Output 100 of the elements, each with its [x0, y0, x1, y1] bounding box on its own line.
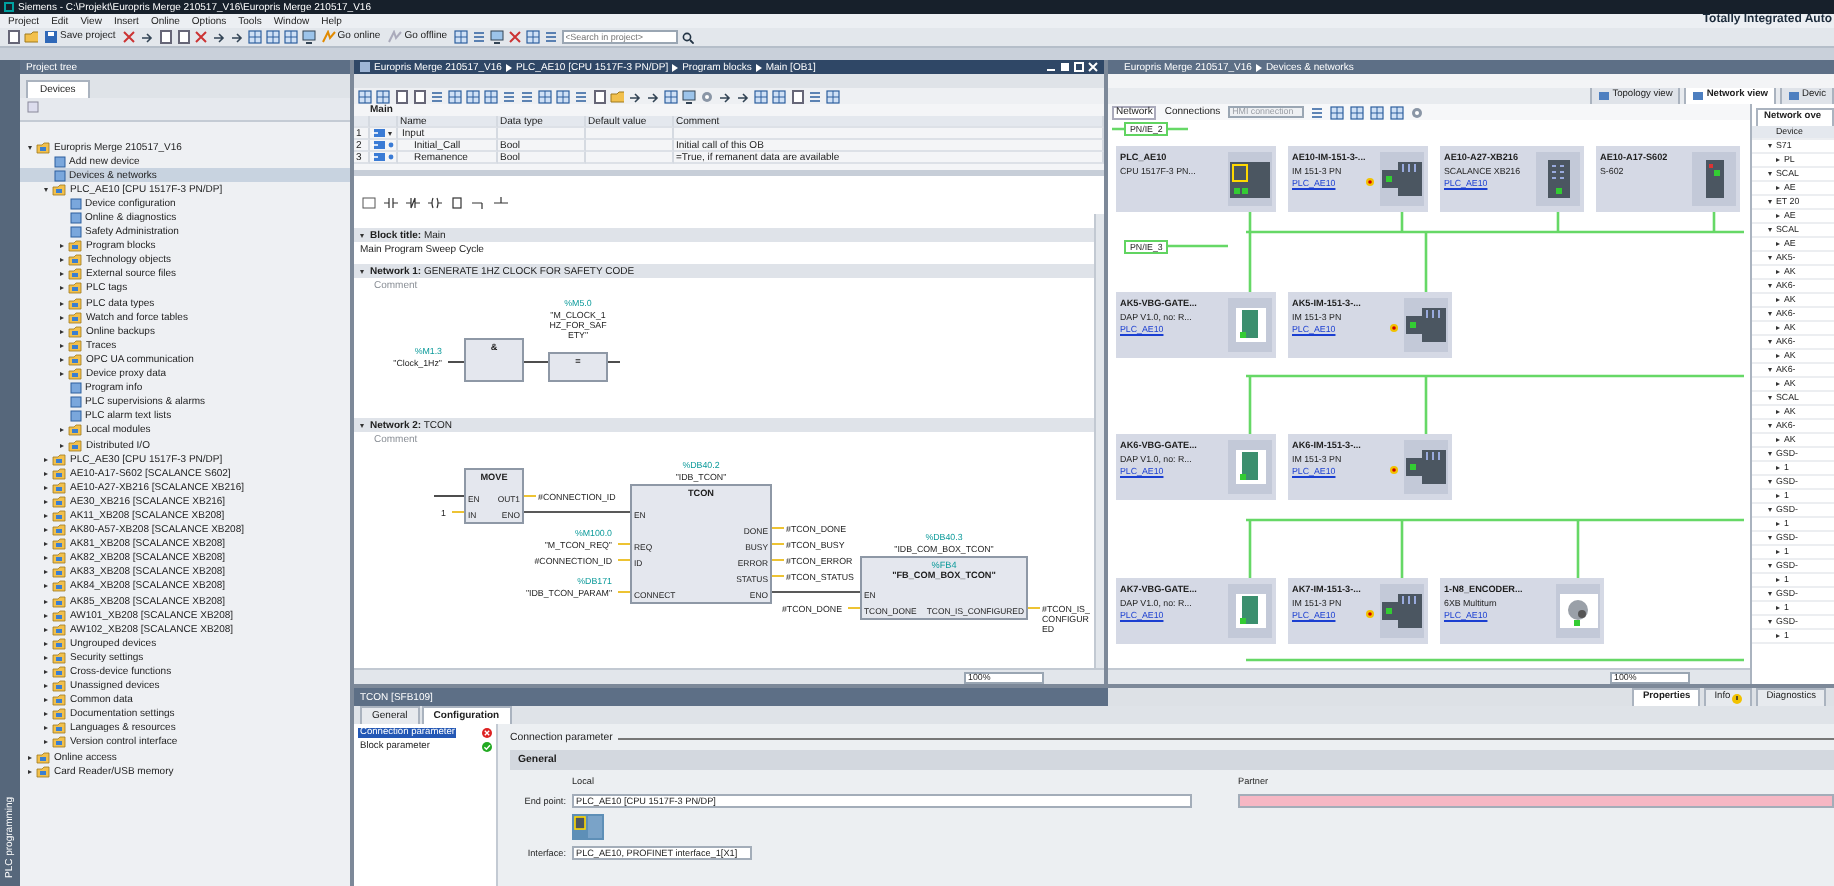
arrow-icon[interactable] [736, 89, 750, 103]
expand-arrow[interactable] [28, 769, 32, 774]
expand-arrow[interactable] [1768, 339, 1772, 344]
contact-icon[interactable] [384, 195, 398, 209]
expand-arrow[interactable] [1768, 563, 1772, 568]
vertical-scrollbar[interactable] [1094, 214, 1104, 668]
expand-arrow[interactable] [60, 286, 64, 291]
grid-icon[interactable] [664, 89, 678, 103]
monitor-icon[interactable] [301, 30, 316, 44]
expand-arrow[interactable] [1768, 507, 1772, 512]
delete-icon[interactable] [193, 30, 208, 44]
box-icon[interactable] [450, 195, 464, 209]
arrow-icon[interactable] [628, 89, 642, 103]
expand-arrow[interactable] [44, 599, 48, 604]
grid-icon[interactable] [556, 89, 570, 103]
expand-arrow[interactable] [60, 244, 64, 249]
arrow-icon[interactable] [229, 30, 244, 44]
grid-icon[interactable] [466, 89, 480, 103]
delete-icon[interactable] [121, 30, 136, 44]
expand-arrow[interactable] [44, 584, 48, 589]
expand-arrow[interactable] [44, 655, 48, 660]
arrow-icon[interactable] [718, 89, 732, 103]
expand-arrow[interactable] [1768, 423, 1772, 428]
grid-icon[interactable] [1390, 105, 1405, 119]
expand-arrow[interactable] [44, 627, 48, 632]
expand-arrow[interactable] [60, 357, 64, 362]
expand-arrow[interactable] [60, 329, 64, 334]
expand-arrow[interactable] [44, 698, 48, 703]
grid-icon[interactable] [772, 89, 786, 103]
expand-arrow[interactable] [44, 570, 48, 575]
page-icon[interactable] [790, 89, 804, 103]
expand-arrow[interactable] [60, 372, 64, 377]
expand-arrow[interactable] [44, 499, 48, 504]
monitor-icon[interactable] [489, 30, 504, 44]
list-icon[interactable] [808, 89, 822, 103]
arrow-icon[interactable] [646, 89, 660, 103]
expand-arrow[interactable] [44, 556, 48, 561]
expand-arrow[interactable] [44, 471, 48, 476]
expand-arrow[interactable] [28, 755, 32, 760]
expand-arrow[interactable] [44, 670, 48, 675]
expand-arrow[interactable] [60, 272, 64, 277]
grid-icon[interactable] [1350, 105, 1365, 119]
coil-icon[interactable] [428, 195, 442, 209]
close-icon[interactable] [1088, 62, 1098, 72]
expand-arrow[interactable] [44, 457, 48, 462]
list-icon[interactable] [1310, 105, 1325, 119]
float-icon[interactable] [1060, 62, 1070, 72]
list-icon[interactable] [502, 89, 516, 103]
page-icon[interactable] [592, 89, 606, 103]
expand-arrow[interactable] [60, 343, 64, 348]
expand-arrow[interactable] [1768, 367, 1772, 372]
delete-icon[interactable] [507, 30, 522, 44]
grid-icon[interactable] [525, 30, 540, 44]
expand-arrow[interactable] [60, 301, 64, 306]
expand-arrow[interactable] [44, 641, 48, 646]
close-branch-icon[interactable] [494, 195, 508, 209]
expand-arrow[interactable] [360, 423, 364, 427]
expand-arrow[interactable] [1768, 283, 1772, 288]
maximize-icon[interactable] [1074, 62, 1084, 72]
expand-arrow[interactable] [44, 726, 48, 731]
grid-icon[interactable] [358, 89, 372, 103]
expand-arrow[interactable] [1768, 451, 1772, 456]
expand-arrow[interactable] [1768, 143, 1772, 148]
grid-icon[interactable] [754, 89, 768, 103]
expand-arrow[interactable] [44, 528, 48, 533]
grid-icon[interactable] [448, 89, 462, 103]
expand-arrow[interactable] [1768, 535, 1772, 540]
gear-icon[interactable] [1410, 105, 1425, 119]
list-icon[interactable] [543, 30, 558, 44]
expand-arrow[interactable] [44, 684, 48, 689]
expand-arrow[interactable] [360, 269, 364, 273]
expand-arrow[interactable] [1768, 479, 1772, 484]
expand-arrow[interactable] [60, 315, 64, 320]
expand-arrow[interactable] [44, 712, 48, 717]
grid-icon[interactable] [453, 30, 468, 44]
grid-icon[interactable] [265, 30, 280, 44]
closed-contact-icon[interactable] [406, 195, 420, 209]
expand-arrow[interactable] [1768, 199, 1772, 204]
expand-arrow[interactable] [60, 428, 64, 433]
grid-icon[interactable] [376, 89, 390, 103]
page-icon[interactable] [6, 30, 20, 44]
expand-arrow[interactable] [44, 485, 48, 490]
expand-arrow[interactable] [1768, 227, 1772, 232]
grid-icon[interactable] [1330, 105, 1345, 119]
expand-arrow[interactable] [1768, 311, 1772, 316]
expand-arrow[interactable] [44, 740, 48, 745]
expand-arrow[interactable] [1768, 619, 1772, 624]
expand-arrow[interactable] [388, 131, 392, 135]
expand-arrow[interactable] [1768, 395, 1772, 400]
expand-arrow[interactable] [44, 513, 48, 518]
expand-arrow[interactable] [44, 542, 48, 547]
grid-icon[interactable] [826, 89, 840, 103]
grid-icon[interactable] [1370, 105, 1385, 119]
list-icon[interactable] [430, 89, 444, 103]
grid-icon[interactable] [538, 89, 552, 103]
expand-arrow[interactable] [44, 613, 48, 618]
expand-arrow[interactable] [1768, 591, 1772, 596]
grid-icon[interactable] [283, 30, 298, 44]
search-icon[interactable] [681, 31, 694, 43]
list-icon[interactable] [520, 89, 534, 103]
